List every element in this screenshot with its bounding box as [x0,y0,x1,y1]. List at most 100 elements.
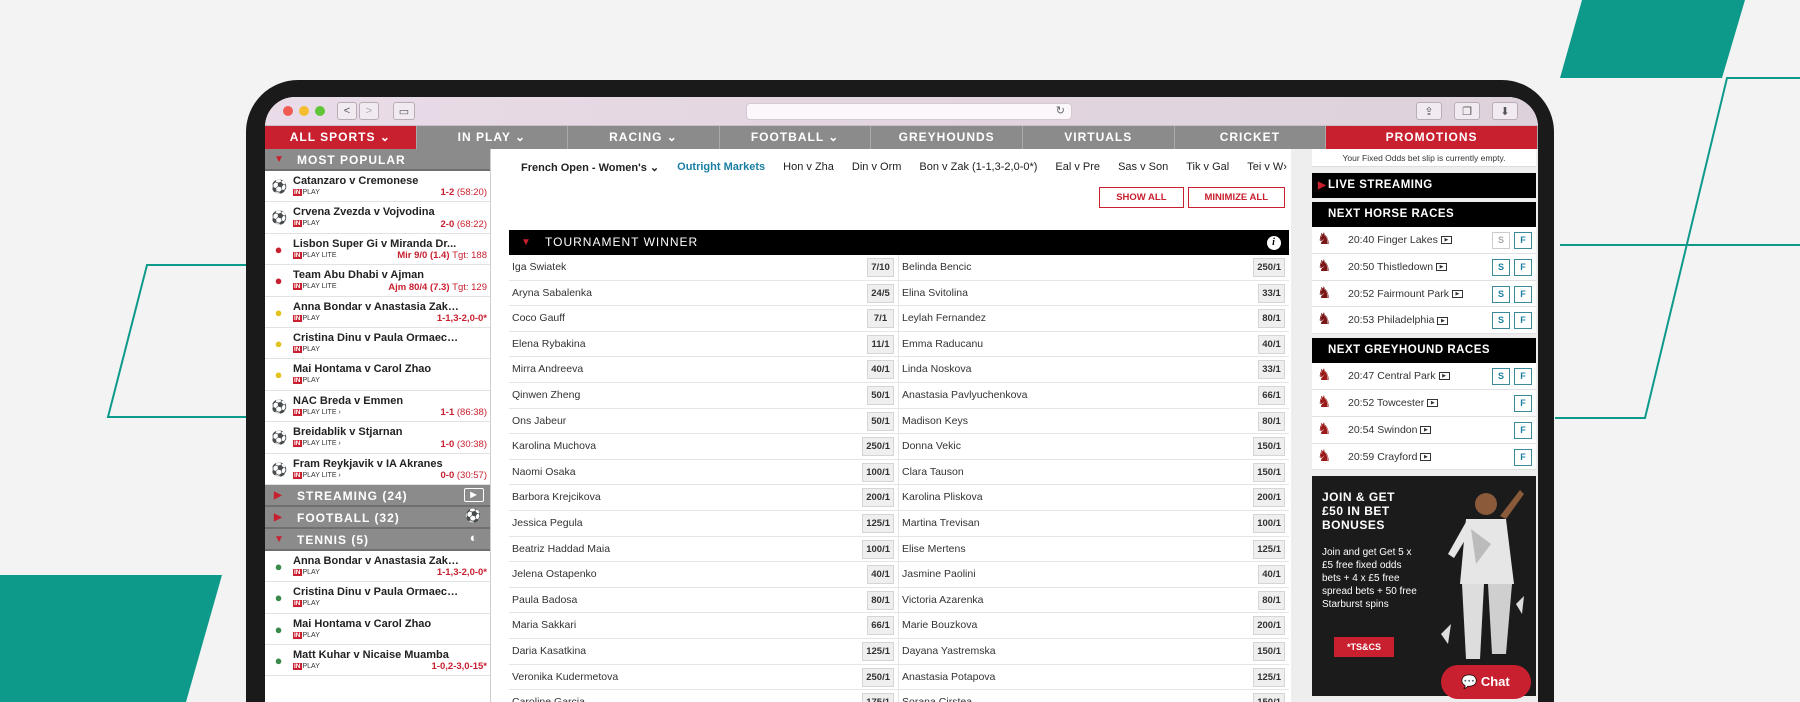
minimize-all-button[interactable]: MINIMIZE ALL [1187,187,1285,208]
promo-banner[interactable]: JOIN & GET £50 IN BET BONUSES Join and g… [1312,476,1536,697]
f-button[interactable]: F [1514,368,1532,386]
odds-button[interactable]: 250/1 [1253,258,1285,277]
odds-button[interactable]: 80/1 [1258,411,1285,431]
f-button[interactable]: F [1514,312,1532,330]
forward-button[interactable]: > [359,102,379,120]
event-row[interactable]: ● Cristina Dinu v Paula Ormaechea IN PLAY [265,328,490,360]
market-header[interactable]: ▼ TOURNAMENT WINNER i [509,230,1289,255]
market-tab[interactable]: Outright Markets [677,161,765,173]
market-tab[interactable]: Sas v Son [1118,161,1168,173]
reload-icon[interactable]: ↻ [1056,104,1065,117]
odds-button[interactable]: 125/1 [862,641,894,661]
market-tab[interactable]: Bon v Zak (1-1,3-2,0-0*) [919,161,1037,173]
event-row[interactable]: ● Matt Kuhar v Nicaise Muamba IN PLAY 1-0,2-… [265,645,490,677]
race-row[interactable]: ♞ 20:59 Crayford ▶ F [1312,443,1536,471]
race-row[interactable]: ♞ 20:52 Fairmount Park ▶ S F [1312,280,1536,308]
event-row[interactable]: ⚽ Fram Reykjavik v IA Akranes IN PLAY LITE … [265,454,490,485]
nav-cricket[interactable]: CRICKET [1175,126,1327,149]
nav-virtuals[interactable]: VIRTUALS [1023,126,1175,149]
odds-button[interactable]: 150/1 [1253,693,1285,702]
odds-button[interactable]: 40/1 [1258,565,1285,585]
maximize-dot[interactable] [315,106,325,116]
odds-button[interactable]: 250/1 [862,667,894,687]
nav-in-play[interactable]: IN PLAY ⌄ [417,126,569,149]
odds-button[interactable]: 150/1 [1253,462,1285,482]
race-row[interactable]: ♞ 20:50 Thistledown ▶ S F [1312,253,1536,281]
event-row[interactable]: ● Mai Hontama v Carol Zhao IN PLAY [265,614,490,646]
s-button[interactable]: S [1492,368,1510,386]
f-button[interactable]: F [1514,394,1532,412]
odds-button[interactable]: 80/1 [1258,309,1285,329]
f-button[interactable]: F [1514,285,1532,303]
address-bar[interactable]: ↻ [746,103,1072,120]
odds-button[interactable]: 40/1 [1258,334,1285,354]
streaming-header[interactable]: ▶ STREAMING (24) ▶ [265,484,490,507]
tennis-header[interactable]: ▼ TENNIS (5) ◐ [265,528,490,551]
odds-button[interactable]: 125/1 [1253,667,1285,687]
odds-button[interactable]: 33/1 [1258,283,1285,303]
market-tab[interactable]: Tei v W› [1247,161,1287,173]
odds-button[interactable]: 50/1 [867,385,894,405]
event-row[interactable]: ⚽ Crvena Zvezda v Vojvodina IN PLAY 2-0 (68:… [265,202,490,234]
market-tab[interactable]: French Open - Women's ⌄ [521,161,659,174]
odds-button[interactable]: 200/1 [862,488,894,508]
odds-button[interactable]: 100/1 [862,539,894,559]
odds-button[interactable]: 125/1 [1253,539,1285,559]
odds-button[interactable]: 7/10 [867,258,894,277]
odds-button[interactable]: 100/1 [1253,513,1285,533]
nav-racing[interactable]: RACING ⌄ [568,126,720,149]
event-row[interactable]: ● Lisbon Super Gi v Miranda Dr... IN PLAY L… [265,234,490,266]
race-row[interactable]: ♞ 20:47 Central Park ▶ S F [1312,363,1536,390]
odds-button[interactable]: 80/1 [1258,590,1285,610]
odds-button[interactable]: 33/1 [1258,360,1285,380]
s-button[interactable]: S [1492,285,1510,303]
event-row[interactable]: ⚽ NAC Breda v Emmen IN PLAY LITE › 1-1 (86:3… [265,391,490,423]
tabs-icon[interactable]: ❐ [1454,102,1480,120]
odds-button[interactable]: 100/1 [862,462,894,482]
odds-button[interactable]: 66/1 [867,616,894,636]
nav-promotions[interactable]: PROMOTIONS [1326,126,1538,149]
back-button[interactable]: < [337,102,357,120]
sidebar-icon[interactable]: ▭ [393,102,415,120]
share-icon[interactable]: ⇪ [1416,102,1442,120]
market-tab[interactable]: Din v Orm [852,161,902,173]
event-row[interactable]: ● Team Abu Dhabi v Ajman IN PLAY LITE Ajm 80… [265,265,490,297]
f-button[interactable]: F [1514,421,1532,439]
show-all-button[interactable]: SHOW ALL [1099,187,1184,208]
odds-button[interactable]: 125/1 [862,513,894,533]
odds-button[interactable]: 200/1 [1253,616,1285,636]
download-icon[interactable]: ⬇ [1492,102,1518,120]
event-row[interactable]: ● Anna Bondar v Anastasia Zakhar... IN PLAY… [265,551,490,583]
event-row[interactable]: ● Anna Bondar v Anastasia Zakhar... IN PLAY… [265,297,490,328]
odds-button[interactable]: 150/1 [1253,641,1285,661]
chat-button[interactable]: 💬 Chat [1441,665,1531,699]
event-row[interactable]: ⚽ Catanzaro v Cremonese IN PLAY 1-2 (58:20) [265,171,490,203]
odds-button[interactable]: 200/1 [1253,488,1285,508]
odds-button[interactable]: 150/1 [1253,437,1285,457]
s-button[interactable]: S [1492,258,1510,276]
odds-button[interactable]: 50/1 [867,411,894,431]
odds-button[interactable]: 11/1 [867,334,894,354]
odds-button[interactable]: 250/1 [862,437,894,457]
race-row[interactable]: ♞ 20:53 Philadelphia ▶ S F [1312,307,1536,335]
nav-football[interactable]: FOOTBALL ⌄ [720,126,872,149]
event-row[interactable]: ● Mai Hontama v Carol Zhao IN PLAY [265,359,490,391]
race-row[interactable]: ♞ 20:40 Finger Lakes ▶ S F [1312,227,1536,254]
terms-button[interactable]: *TS&CS [1334,637,1395,658]
event-row[interactable]: ● Cristina Dinu v Paula Ormaechea IN PLAY [265,582,490,614]
f-button[interactable]: F [1514,448,1532,466]
odds-button[interactable]: 80/1 [867,590,894,610]
event-row[interactable]: ⚽ Breidablik v Stjarnan IN PLAY LITE › 1-0 (… [265,422,490,454]
odds-button[interactable]: 7/1 [867,309,894,329]
football-header[interactable]: ▶ FOOTBALL (32) ⚽ [265,506,490,529]
market-tab[interactable]: Eal v Pre [1055,161,1100,173]
f-button[interactable]: F [1514,258,1532,276]
odds-button[interactable]: 66/1 [1258,385,1285,405]
s-button[interactable]: S [1492,312,1510,330]
live-streaming-header[interactable]: ▶ LIVE STREAMING [1312,173,1536,198]
odds-button[interactable]: 175/1 [862,693,894,702]
odds-button[interactable]: 24/5 [867,283,894,303]
f-button[interactable]: F [1514,232,1532,249]
odds-button[interactable]: 40/1 [867,360,894,380]
market-tab[interactable]: Tik v Gal [1186,161,1229,173]
